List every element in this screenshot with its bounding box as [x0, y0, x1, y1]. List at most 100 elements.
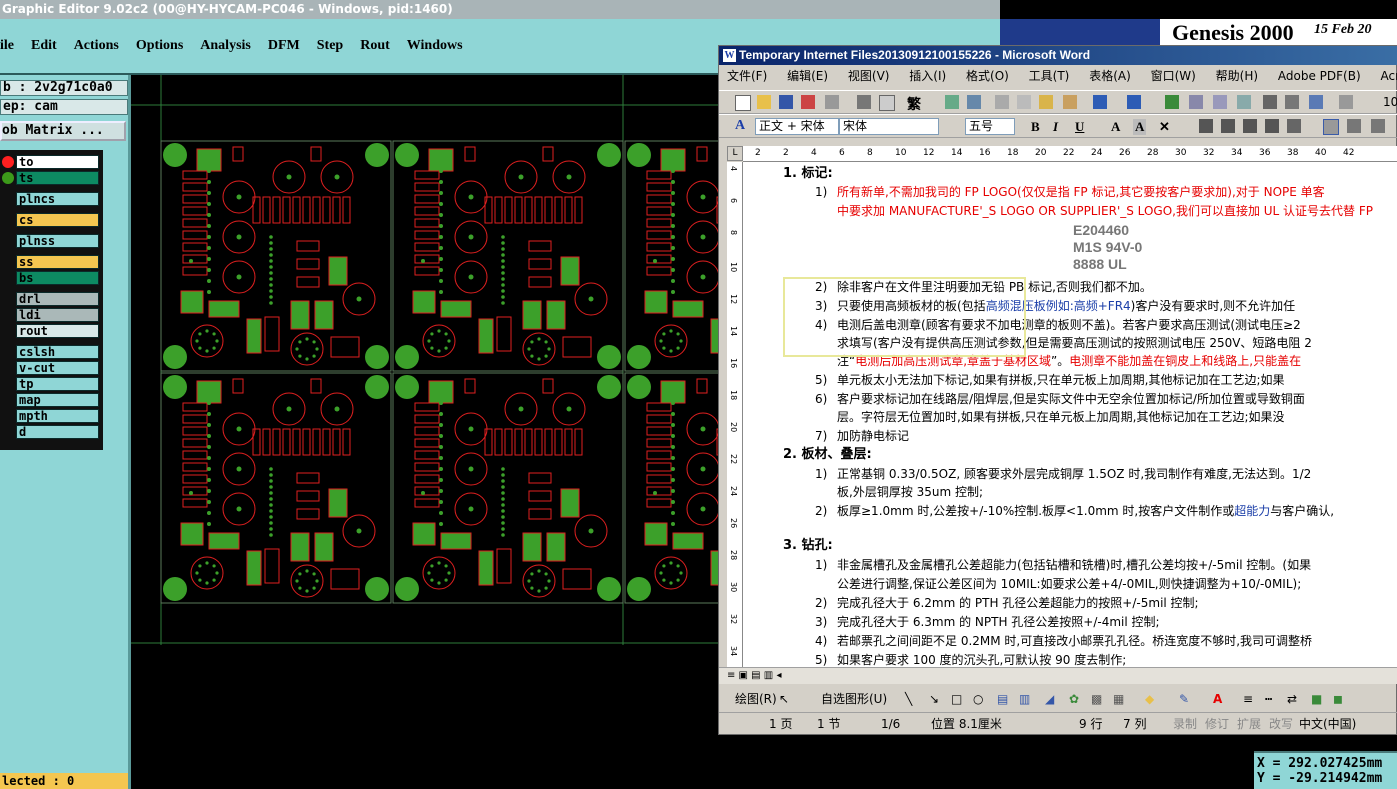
layer-drl[interactable]: drl	[16, 292, 99, 306]
font-color-icon[interactable]: A	[1213, 687, 1222, 711]
align-right-icon[interactable]	[1243, 119, 1257, 133]
decrease-indent-icon[interactable]	[1371, 119, 1385, 133]
layer-rout[interactable]: rout	[16, 324, 99, 338]
shadow-icon[interactable]: ■	[1311, 687, 1322, 711]
menu-rout[interactable]: Rout	[360, 38, 390, 58]
horizontal-ruler[interactable]: 2 2 4 6 8 10 12 14 16 18 20 22 24 26 28 30 32 34 36 38 40 42	[743, 146, 1397, 162]
layer-v-cut[interactable]: v-cut	[16, 361, 99, 375]
job-matrix-button[interactable]: ob Matrix ...	[0, 121, 126, 141]
view-buttons[interactable]: ≡ ▣ ▤ ▥ ◂	[727, 670, 781, 681]
dash-style-icon[interactable]: ┅	[1265, 687, 1272, 711]
justify-icon[interactable]	[1265, 119, 1279, 133]
underline-button[interactable]: U	[1075, 119, 1084, 135]
autoshapes-button[interactable]: 自选图形(U)	[821, 687, 887, 711]
align-center-icon[interactable]	[1221, 119, 1235, 133]
document-page[interactable]: 1. 标记: 1) 所有新单,不需加我司的 FP LOGO(仅仅是指 FP 标记…	[743, 162, 1397, 668]
insert-table-icon[interactable]	[1213, 95, 1227, 109]
status-record[interactable]: 录制	[1173, 713, 1197, 735]
wordart-icon[interactable]: ◢	[1045, 687, 1054, 711]
layer-mpth[interactable]: mpth	[16, 409, 99, 423]
save-icon[interactable]	[779, 95, 793, 109]
doc-map-icon[interactable]	[1309, 95, 1323, 109]
oval-tool-icon[interactable]: ○	[973, 687, 983, 711]
arrow-tool-icon[interactable]: ↘	[929, 687, 939, 711]
paste-icon[interactable]	[1039, 95, 1053, 109]
textbox-icon[interactable]: ▤	[997, 687, 1008, 711]
pcb-canvas[interactable]	[131, 75, 721, 789]
layer-ldi[interactable]: ldi	[16, 308, 99, 322]
tables-borders-icon[interactable]	[1189, 95, 1203, 109]
word-menu-insert[interactable]: 插入(I)	[909, 66, 946, 86]
hyperlink-icon[interactable]	[1165, 95, 1179, 109]
3d-icon[interactable]: ◼	[1333, 687, 1343, 711]
styles-icon[interactable]: A	[735, 118, 745, 134]
word-menu-format[interactable]: 格式(O)	[966, 66, 1009, 86]
print-preview-icon[interactable]	[879, 95, 895, 111]
arrow-style-icon[interactable]: ⇄	[1287, 687, 1297, 711]
status-overwrite[interactable]: 改写	[1269, 713, 1293, 735]
menu-options[interactable]: Options	[136, 38, 183, 58]
vertical-textbox-icon[interactable]: ▥	[1019, 687, 1030, 711]
status-extend[interactable]: 扩展	[1237, 713, 1261, 735]
word-menu-adobe-pdf[interactable]: Adobe PDF(B)	[1278, 66, 1361, 86]
menu-analysis[interactable]: Analysis	[200, 38, 251, 58]
italic-button[interactable]: I	[1053, 119, 1058, 135]
drawing-icon[interactable]	[1285, 95, 1299, 109]
line-color-icon[interactable]: ✎	[1179, 687, 1189, 711]
menu-dfm[interactable]: DFM	[268, 38, 300, 58]
word-menu-help[interactable]: 帮助(H)	[1216, 66, 1258, 86]
cut-icon[interactable]	[995, 95, 1009, 109]
word-menu-file[interactable]: 文件(F)	[727, 66, 767, 86]
line-tool-icon[interactable]: ╲	[905, 687, 912, 711]
format-painter-icon[interactable]	[1063, 95, 1077, 109]
traditional-chinese-icon[interactable]: 繁	[907, 94, 921, 114]
menu-file[interactable]: ile	[0, 38, 14, 58]
layer-affected-icon[interactable]	[2, 172, 14, 184]
layer-ss[interactable]: ss	[16, 255, 99, 269]
layer-cslsh[interactable]: cslsh	[16, 345, 99, 359]
word-menu-acrobat[interactable]: Acrobat	[1380, 66, 1397, 86]
align-left-icon[interactable]	[1199, 119, 1213, 133]
char-border-button[interactable]: A	[1111, 119, 1120, 135]
draw-menu-button[interactable]: 绘图(R)	[735, 687, 777, 711]
bullets-icon[interactable]	[1347, 119, 1361, 133]
rectangle-tool-icon[interactable]: □	[951, 687, 962, 711]
permission-icon[interactable]	[801, 95, 815, 109]
line-style-icon[interactable]: ≡	[1243, 687, 1253, 711]
menu-windows[interactable]: Windows	[407, 38, 463, 58]
fill-color-icon[interactable]: ◆	[1145, 687, 1154, 711]
word-menu-window[interactable]: 窗口(W)	[1151, 66, 1196, 86]
clipart-icon[interactable]: ▩	[1091, 687, 1102, 711]
pointer-icon[interactable]: ↖	[779, 687, 789, 711]
tab-selector[interactable]: L	[727, 146, 743, 161]
menu-actions[interactable]: Actions	[74, 38, 119, 58]
font-size-dropdown[interactable]: 五号	[965, 118, 1015, 135]
print-icon[interactable]	[857, 95, 871, 109]
research-icon[interactable]	[967, 95, 981, 109]
horizontal-scrollbar[interactable]: ≡ ▣ ▤ ▥ ◂	[719, 667, 1397, 684]
layer-ts[interactable]: ts	[16, 171, 99, 185]
numbering-icon[interactable]	[1323, 119, 1339, 135]
word-menu-table[interactable]: 表格(A)	[1089, 66, 1131, 86]
bold-button[interactable]: B	[1031, 119, 1040, 135]
style-dropdown[interactable]: 正文 + 宋体	[755, 118, 839, 135]
layer-d[interactable]: d	[16, 425, 99, 439]
line-spacing-icon[interactable]	[1287, 119, 1301, 133]
undo-icon[interactable]	[1093, 95, 1107, 109]
mail-icon[interactable]	[825, 95, 839, 109]
layer-affected-icon[interactable]	[2, 156, 14, 168]
picture-icon[interactable]: ▦	[1113, 687, 1124, 711]
font-dropdown[interactable]: 宋体	[839, 118, 939, 135]
new-doc-icon[interactable]	[735, 95, 751, 111]
insert-excel-icon[interactable]	[1237, 95, 1251, 109]
diagram-icon[interactable]: ✿	[1069, 687, 1079, 711]
word-menu-view[interactable]: 视图(V)	[848, 66, 890, 86]
status-track[interactable]: 修订	[1205, 713, 1229, 735]
zoom-field[interactable]: 10	[1383, 95, 1397, 109]
layer-tp[interactable]: tp	[16, 377, 99, 391]
show-hide-icon[interactable]	[1339, 95, 1353, 109]
word-menu-tools[interactable]: 工具(T)	[1029, 66, 1070, 86]
menu-edit[interactable]: Edit	[31, 38, 57, 58]
copy-icon[interactable]	[1017, 95, 1031, 109]
word-menu-edit[interactable]: 编辑(E)	[787, 66, 828, 86]
